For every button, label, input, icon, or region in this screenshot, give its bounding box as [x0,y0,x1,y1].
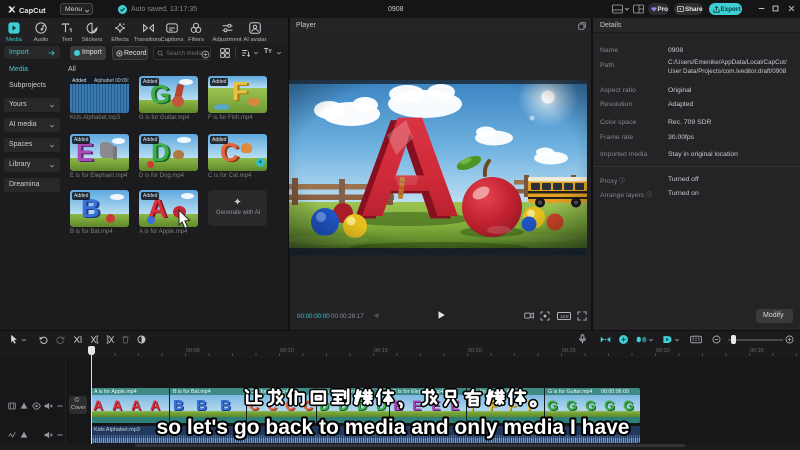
svg-text:so let's go back to media and: so let's go back to media and only media… [157,416,630,439]
